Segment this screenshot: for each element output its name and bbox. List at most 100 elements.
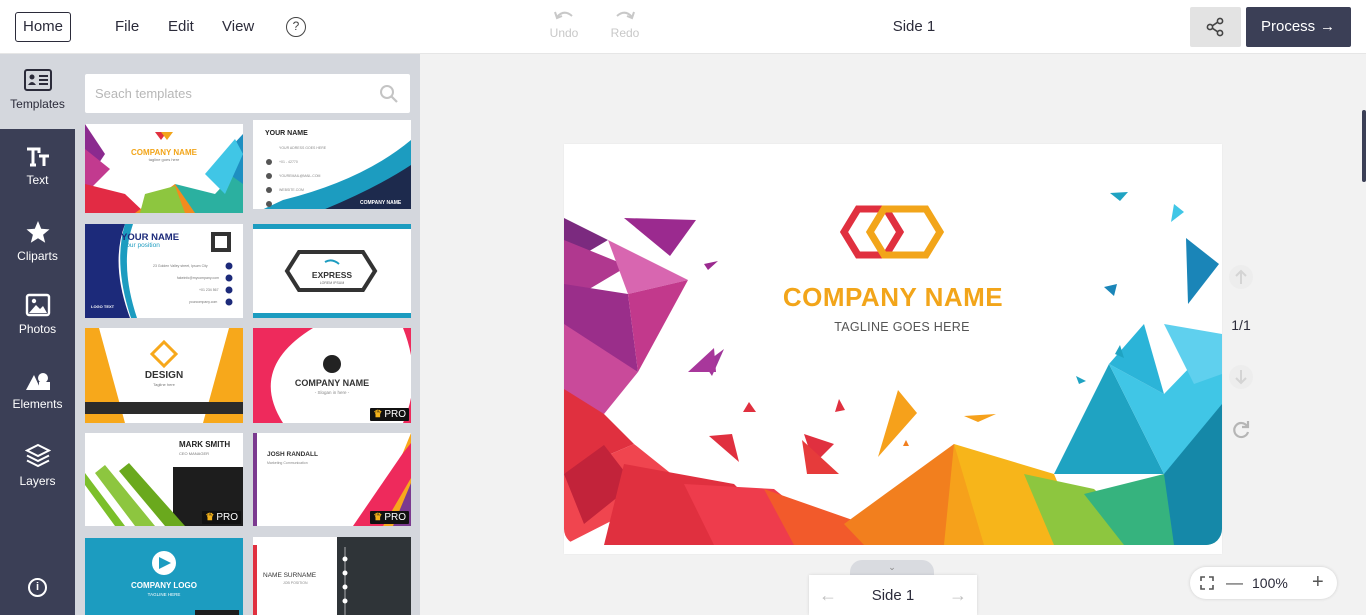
zoom-out-icon[interactable]: — — [1226, 573, 1243, 593]
file-menu[interactable]: File — [115, 18, 139, 35]
crown-icon: ♛ — [205, 512, 215, 523]
template-thumb-5[interactable]: DESIGN Tagline here — [85, 328, 243, 423]
templates-panel: COMPANY NAME tagline goes here YOUR NAME… — [75, 54, 420, 615]
template-thumb-3[interactable]: YOUR NAME your position LOGO TEXT 23 Gol… — [85, 224, 243, 318]
tool-rail: Templates Text Cliparts Photos Elements — [0, 54, 75, 615]
template-3-line-4: yourcompany.com — [189, 300, 218, 304]
template-1-name: COMPANY NAME — [131, 148, 197, 157]
template-8-position: Marketing Communication — [267, 461, 308, 465]
rail-label-cliparts: Cliparts — [17, 249, 58, 263]
template-thumb-4[interactable]: EXPRESS LOREM IPSUM — [253, 224, 411, 318]
template-7-name: MARK SMITH — [179, 440, 231, 449]
business-card-canvas[interactable]: COMPANY NAME TAGLINE GOES HERE — [564, 144, 1222, 554]
template-thumb-10[interactable]: NAME SURNAME JOB POSITION — [253, 537, 411, 615]
fit-screen-icon[interactable] — [1200, 576, 1214, 590]
rail-item-cliparts[interactable]: Cliparts — [0, 220, 75, 263]
template-8-name: JOSH RANDALL — [267, 451, 318, 458]
template-thumb-1[interactable]: COMPANY NAME tagline goes here — [85, 124, 243, 213]
undo-button[interactable]: Undo — [544, 8, 584, 40]
template-3-line-1: 23 Golden Valley street, Ipsum City — [153, 264, 208, 268]
template-2-company: COMPANY NAME — [360, 200, 402, 206]
template-thumb-6[interactable]: COMPANY NAME - Slogan in here - ♛ PRO — [253, 328, 411, 423]
template-5-name: DESIGN — [144, 370, 184, 381]
rail-item-text[interactable]: Text — [0, 146, 75, 187]
template-2-line-3: YOUREMAIL@MAIL.COM — [279, 174, 321, 178]
edit-menu[interactable]: Edit — [168, 18, 194, 35]
template-5-sub: Tagline here — [153, 382, 175, 387]
pages-toggle-handle[interactable]: ⌄ — [850, 560, 934, 576]
card-tagline[interactable]: TAGLINE GOES HERE — [564, 320, 1240, 334]
star-icon — [26, 221, 49, 243]
info-icon[interactable]: i — [28, 578, 47, 597]
pro-label: PRO — [384, 409, 406, 420]
template-6-name: COMPANY NAME — [294, 378, 370, 388]
help-icon[interactable]: ? — [286, 17, 306, 37]
template-art-1 — [85, 124, 243, 213]
template-9-name: COMPANY LOGO — [131, 581, 197, 590]
rail-item-templates[interactable]: Templates — [0, 54, 75, 129]
rail-item-layers[interactable]: Layers — [0, 443, 75, 488]
rail-label-text: Text — [26, 173, 49, 187]
view-menu[interactable]: View — [222, 18, 254, 35]
scrollbar-thumb[interactable] — [1362, 110, 1366, 182]
search-icon[interactable] — [379, 84, 398, 103]
text-icon — [26, 147, 49, 167]
crown-icon: ♛ — [373, 409, 383, 420]
template-3-logo: LOGO TEXT — [91, 304, 115, 309]
template-10-position: JOB POSITION — [283, 581, 308, 585]
template-10-name: NAME SURNAME — [263, 572, 317, 579]
redo-label: Redo — [610, 26, 640, 40]
rail-label-layers: Layers — [19, 474, 56, 488]
rotate-icon[interactable] — [1228, 417, 1254, 448]
template-thumb-8[interactable]: JOSH RANDALL Marketing Communication ♛ PR… — [253, 433, 411, 526]
share-icon — [1206, 17, 1224, 37]
rail-item-photos[interactable]: Photos — [0, 293, 75, 336]
next-side-icon[interactable]: → — [949, 586, 967, 604]
rail-item-elements[interactable]: Elements — [0, 370, 75, 411]
template-2-line-1: YOUR ADRESS GOES HERE — [279, 146, 327, 150]
zoom-level: 100% — [1252, 575, 1288, 591]
crown-icon: ♛ — [373, 512, 383, 523]
layers-icon — [24, 443, 51, 468]
share-button[interactable] — [1190, 7, 1241, 47]
redo-icon — [616, 11, 635, 20]
move-down-icon[interactable] — [1228, 364, 1254, 395]
undo-icon — [554, 11, 573, 20]
arrow-right-icon: → — [1320, 18, 1335, 35]
template-thumb-7[interactable]: MARK SMITH CEO MANAGER ♛ PRO — [85, 433, 243, 526]
zoom-in-icon[interactable]: + — [1312, 571, 1324, 594]
photo-icon — [25, 293, 50, 317]
template-art-9 — [152, 551, 239, 615]
undo-label: Undo — [549, 26, 579, 40]
template-2-line-4: WEBSITE.COM — [279, 188, 304, 192]
rail-label-photos: Photos — [18, 322, 57, 336]
process-button[interactable]: Process → — [1246, 7, 1351, 47]
pro-badge: ♛ PRO — [370, 408, 409, 421]
home-button[interactable]: Home — [15, 12, 71, 42]
template-6-sub: - Slogan in here - — [314, 390, 350, 395]
template-thumb-9[interactable]: COMPANY LOGO TAGLINE HERE — [85, 538, 243, 615]
pro-badge: ♛ PRO — [370, 511, 409, 524]
template-3-position: your position — [123, 242, 160, 249]
template-3-line-2: fakeinfo@mycompany.com — [177, 276, 220, 280]
template-2-name: YOUR NAME — [265, 130, 308, 137]
search-box — [85, 74, 410, 113]
template-3-line-3: +01 234 567 — [199, 288, 219, 292]
side-pager: ← Side 1 → — [809, 575, 977, 615]
document-title: Side 1 — [892, 18, 936, 35]
search-input[interactable] — [85, 74, 365, 113]
card-company-name[interactable]: COMPANY NAME — [564, 282, 1222, 313]
process-label: Process — [1261, 18, 1316, 35]
template-2-line-2: +01 - 42770 — [279, 160, 298, 164]
template-7-position: CEO MANAGER — [179, 451, 210, 456]
card-artwork — [564, 192, 1222, 545]
move-up-icon[interactable] — [1228, 264, 1254, 295]
shapes-icon — [25, 373, 50, 390]
page-counter: 1/1 — [1231, 317, 1251, 333]
template-thumb-2[interactable]: YOUR NAME YOUR ADRESS GOES HERE +01 - 42… — [253, 120, 411, 209]
templates-icon — [23, 69, 52, 91]
top-bar: Home File Edit View ? Undo Redo Side 1 P… — [0, 0, 1366, 54]
redo-button[interactable]: Redo — [605, 8, 645, 40]
template-4-name: EXPRESS — [311, 270, 353, 280]
rail-label-elements: Elements — [12, 397, 63, 411]
